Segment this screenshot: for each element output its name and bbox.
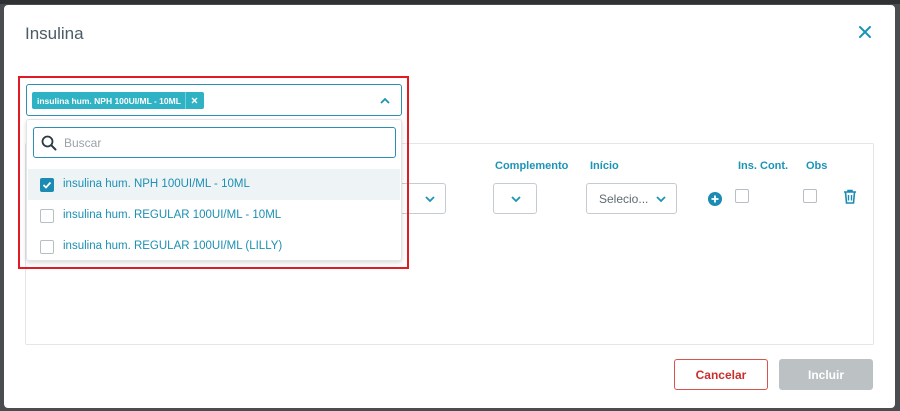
remove-tag-button[interactable] bbox=[184, 92, 204, 109]
close-icon bbox=[191, 97, 198, 104]
trash-icon[interactable] bbox=[843, 189, 857, 204]
check-icon bbox=[42, 181, 52, 189]
option-checkbox[interactable] bbox=[40, 178, 54, 192]
plus-circle-icon[interactable] bbox=[708, 192, 722, 206]
inicio-select[interactable]: Selecio... bbox=[586, 183, 677, 214]
close-icon[interactable] bbox=[856, 23, 874, 41]
cancel-button[interactable]: Cancelar bbox=[674, 359, 768, 390]
option-label: insulina hum. REGULAR 100UI/ML - 10ML bbox=[63, 209, 282, 221]
option-regular-lilly[interactable]: insulina hum. REGULAR 100UI/ML (LILLY) bbox=[28, 231, 400, 262]
option-nph[interactable]: insulina hum. NPH 100UI/ML - 10ML bbox=[28, 169, 400, 200]
option-label: insulina hum. REGULAR 100UI/ML (LILLY) bbox=[63, 240, 283, 252]
insulina-multiselect[interactable]: insulina hum. NPH 100UI/ML - 10ML bbox=[26, 84, 402, 116]
backdrop bbox=[0, 0, 900, 4]
header-inicio: Início bbox=[590, 160, 619, 172]
multiselect-dropdown: insulina hum. NPH 100UI/ML - 10ML insuli… bbox=[26, 119, 402, 261]
option-checkbox[interactable] bbox=[40, 240, 54, 254]
ins-cont-checkbox[interactable] bbox=[735, 189, 749, 203]
include-button[interactable]: Incluir bbox=[779, 359, 873, 390]
option-checkbox[interactable] bbox=[40, 209, 54, 223]
modal-title: Insulina bbox=[25, 24, 84, 43]
chevron-up-icon[interactable] bbox=[379, 95, 391, 107]
option-regular-10ml[interactable]: insulina hum. REGULAR 100UI/ML - 10ML bbox=[28, 200, 400, 231]
header-obs: Obs bbox=[806, 160, 828, 172]
insulina-modal: Insulina Complemento Início Ins. Cont. O… bbox=[4, 5, 895, 408]
header-ins-cont: Ins. Cont. bbox=[738, 160, 789, 172]
selected-tag-label: insulina hum. NPH 100UI/ML - 10ML bbox=[37, 95, 181, 106]
option-label: insulina hum. NPH 100UI/ML - 10ML bbox=[63, 178, 250, 190]
header-complemento: Complemento bbox=[495, 160, 569, 172]
chevron-down-icon bbox=[511, 196, 521, 203]
search-icon bbox=[41, 135, 57, 151]
obs-checkbox[interactable] bbox=[803, 189, 817, 203]
selected-tag: insulina hum. NPH 100UI/ML - 10ML bbox=[32, 92, 204, 109]
chevron-down-icon bbox=[425, 196, 435, 203]
chevron-down-icon bbox=[656, 196, 666, 203]
search-input[interactable] bbox=[64, 132, 384, 154]
search-box bbox=[33, 127, 396, 158]
inicio-select-value: Selecio... bbox=[599, 192, 649, 206]
complemento-select[interactable] bbox=[493, 183, 537, 214]
